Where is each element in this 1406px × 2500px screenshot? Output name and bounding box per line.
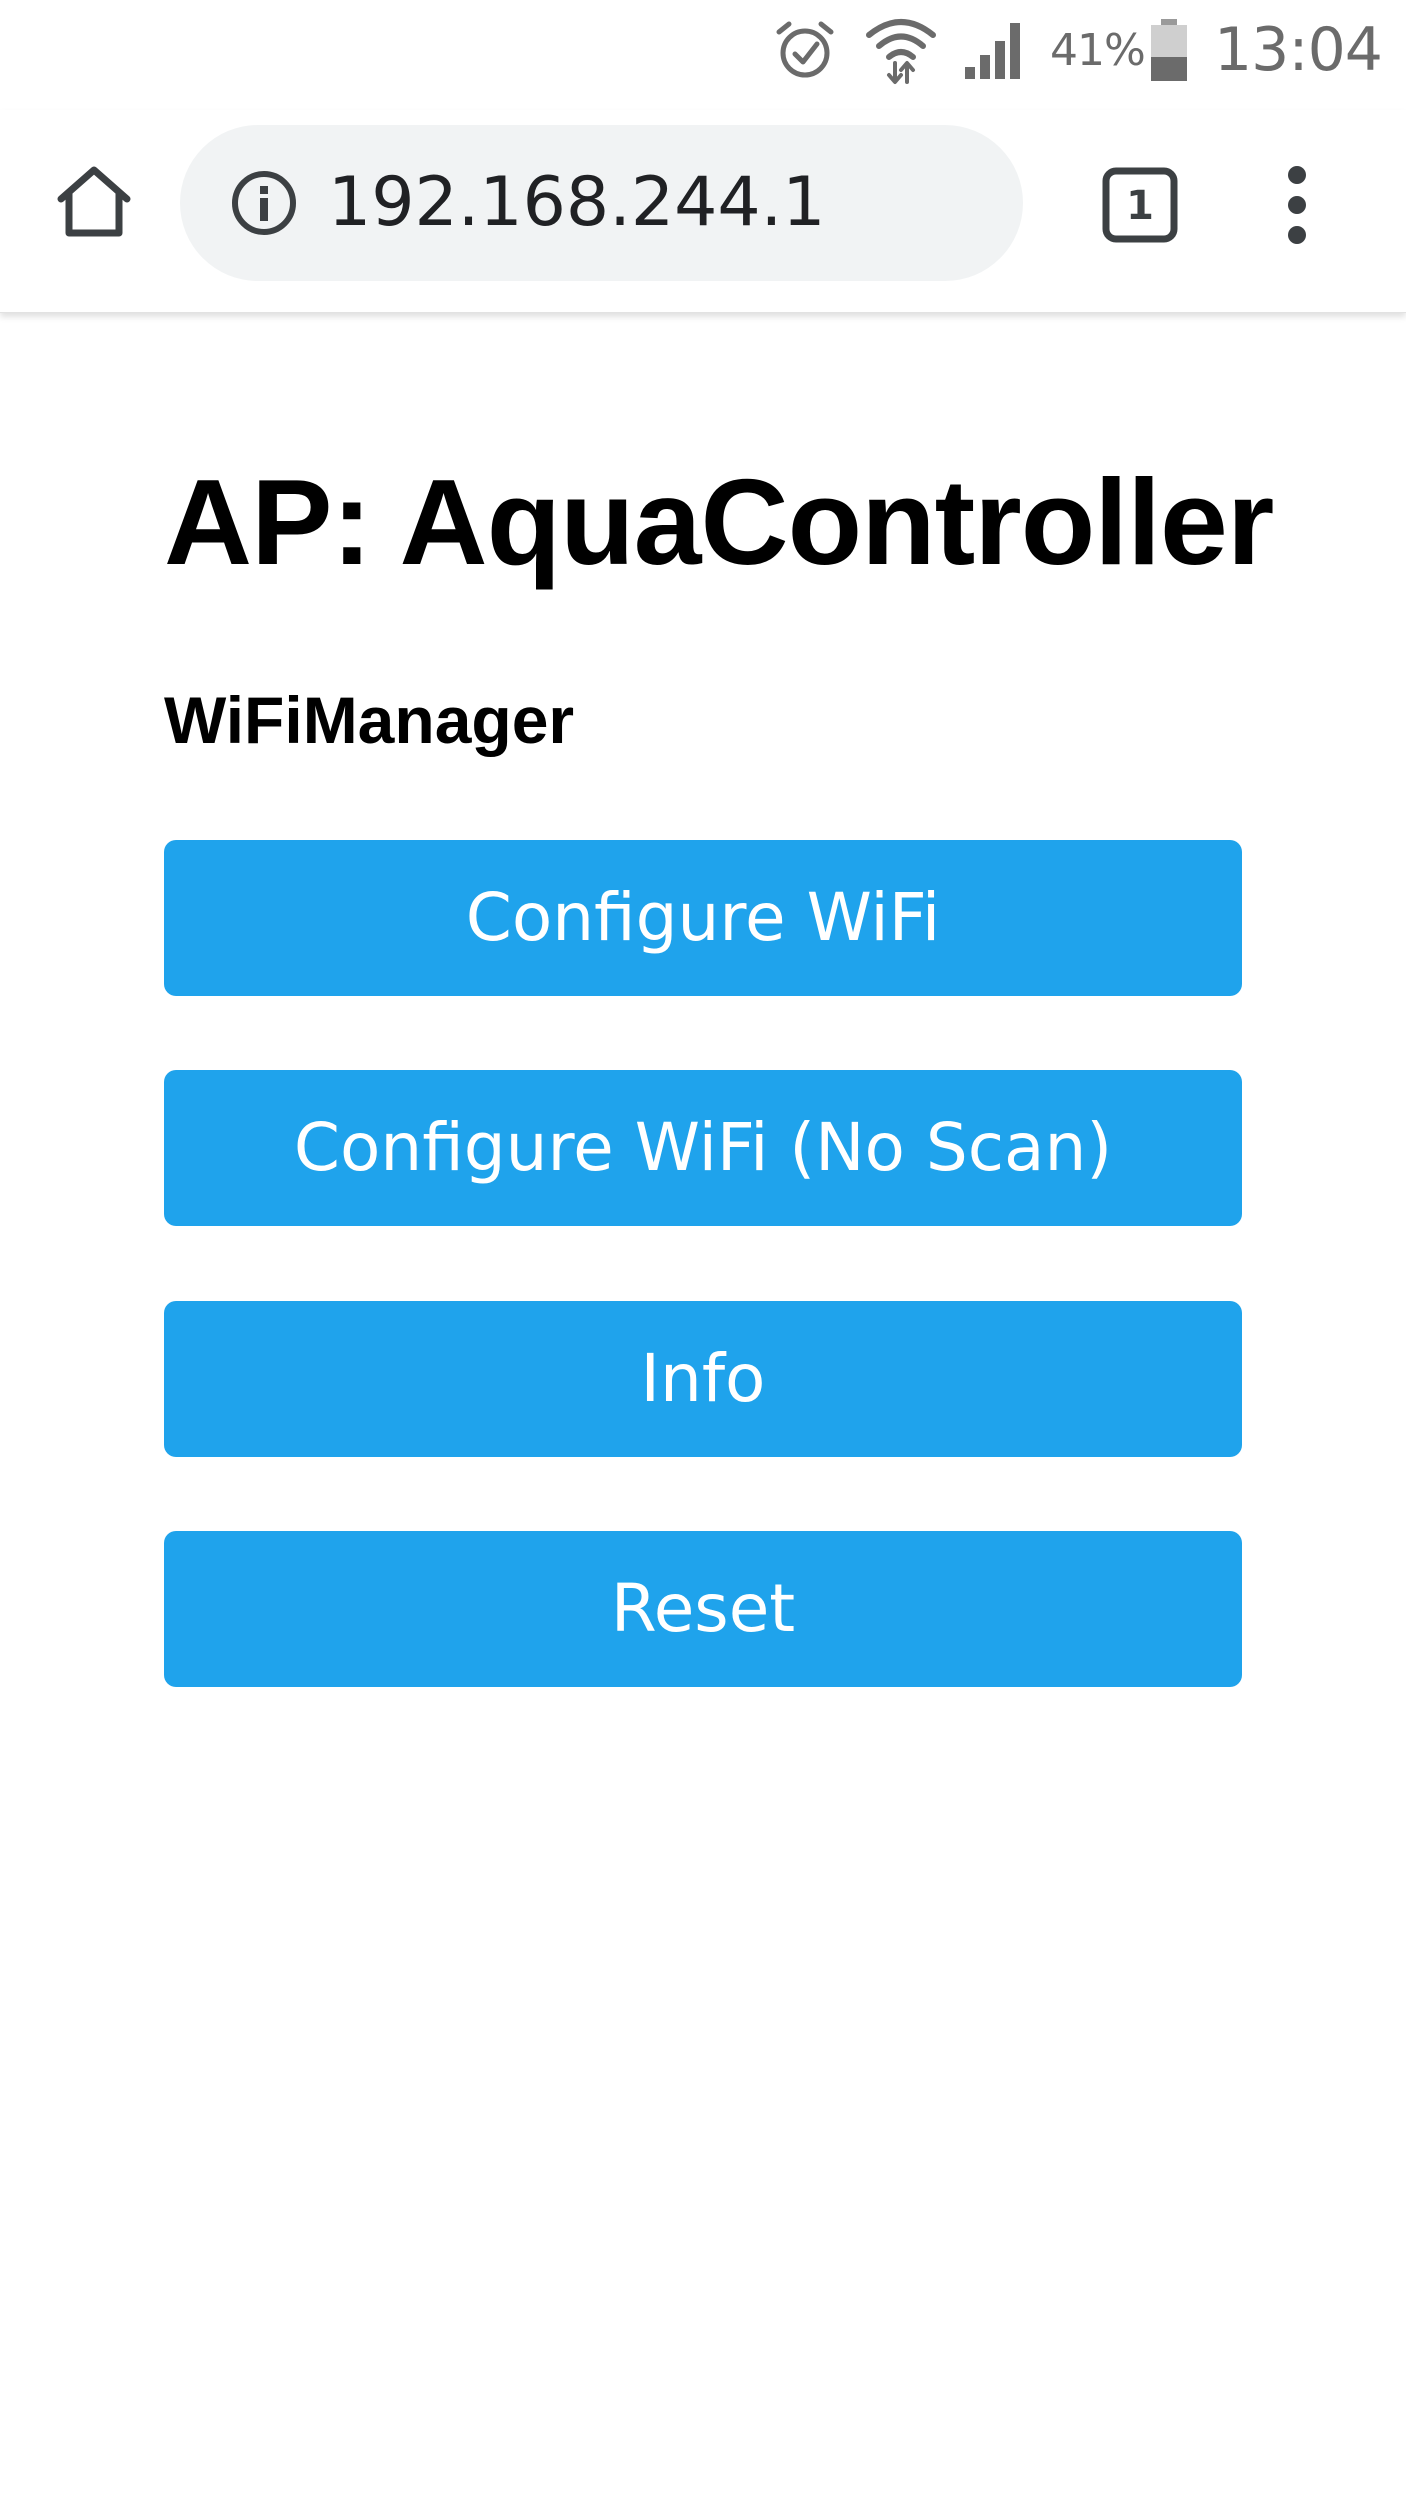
overflow-menu-icon	[1262, 166, 1332, 252]
clock: 13:04	[1214, 15, 1383, 85]
home-icon	[55, 165, 133, 244]
battery-percent: 41%	[1050, 24, 1146, 76]
reset-button[interactable]: Reset	[164, 1531, 1242, 1687]
url-text[interactable]: 192.168.244.1	[328, 125, 825, 281]
configure-wifi-button[interactable]: Configure WiFi	[164, 840, 1242, 996]
info-button[interactable]: Info	[164, 1301, 1242, 1457]
tabs-icon: 1	[1100, 167, 1180, 249]
browser-toolbar: 192.168.244.1 1	[0, 110, 1406, 313]
cell-signal-icon	[963, 0, 1029, 100]
status-bar: 41% 13:04	[0, 0, 1406, 110]
address-bar[interactable]: 192.168.244.1	[180, 125, 1023, 281]
overflow-menu-button[interactable]	[1262, 162, 1332, 248]
page-title: AP: AquaController	[164, 454, 1274, 590]
info-icon[interactable]	[230, 169, 298, 237]
page-subtitle: WiFiManager	[164, 683, 575, 757]
battery-icon	[1148, 0, 1190, 100]
configure-wifi-no-scan-button[interactable]: Configure WiFi (No Scan)	[164, 1070, 1242, 1226]
alarm-icon	[773, 0, 837, 100]
tab-switcher-button[interactable]: 1	[1100, 165, 1180, 245]
wifi-icon	[865, 0, 937, 100]
home-button[interactable]	[52, 162, 136, 246]
tab-count: 1	[1126, 183, 1154, 229]
